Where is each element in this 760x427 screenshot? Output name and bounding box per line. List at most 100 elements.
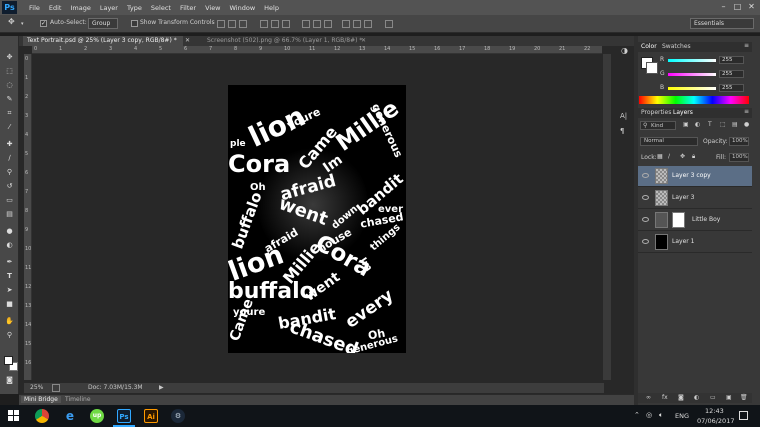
eyedropper-tool-icon[interactable]: ⁄ [4,122,15,132]
new-group-icon[interactable]: ▭ [710,394,716,401]
layer-row-layer-3[interactable]: Layer 3 [638,188,752,209]
shape-tool-icon[interactable]: ■ [4,299,15,309]
align-center-icon[interactable] [271,20,279,28]
tray-chevron-icon[interactable]: ⌃ [634,411,640,419]
hand-tool-icon[interactable]: ✋ [4,316,15,326]
brush-tool-icon[interactable]: ∕ [4,153,15,163]
layer-style-icon[interactable]: fx [662,394,668,401]
new-layer-icon[interactable]: ▣ [726,394,732,401]
notifications-icon[interactable] [739,411,748,420]
blue-value[interactable]: 255 [719,84,744,92]
chrome-icon[interactable] [35,409,49,423]
delete-layer-icon[interactable]: 🗑︎ [740,394,748,401]
auto-select-dropdown[interactable]: Group [88,18,118,29]
close-tab-icon[interactable]: ✕ [185,36,190,46]
tab-swatches[interactable]: Swatches [662,43,691,50]
filter-toggle-icon[interactable]: ● [744,121,749,128]
color-spectrum[interactable] [639,96,749,104]
lock-pixels-icon[interactable]: ∕ [668,153,670,160]
filter-type-icon[interactable]: T [708,121,712,128]
close-tab-icon[interactable]: ✕ [361,36,366,46]
language-indicator[interactable]: ENG [675,412,689,420]
steam-icon[interactable]: ⚙ [171,409,185,423]
eraser-tool-icon[interactable]: ▭ [4,195,15,205]
filter-smart-icon[interactable]: ▤ [732,121,738,128]
healing-brush-tool-icon[interactable]: ✚ [4,139,15,149]
tab-mini-bridge[interactable]: Mini Bridge [21,396,61,403]
move-tool-icon[interactable]: ✥ [8,17,15,26]
quick-select-tool-icon[interactable]: ✎ [4,94,15,104]
tab-timeline[interactable]: Timeline [65,396,91,403]
align-right-icon[interactable] [282,20,290,28]
eye-icon[interactable] [642,173,649,178]
history-brush-tool-icon[interactable]: ↺ [4,181,15,191]
layer-row-little-boy[interactable]: Little Boy [638,210,752,231]
tab-color[interactable]: Color [641,43,657,50]
quick-mask-icon[interactable]: ◙ [4,375,15,385]
crop-tool-icon[interactable]: ⌗ [4,108,15,118]
transform-controls-checkbox[interactable] [131,20,138,27]
menu-file[interactable]: File [29,4,40,12]
filter-adjustment-icon[interactable]: ◐ [695,121,700,128]
network-icon[interactable]: ◎ [646,411,652,419]
menu-help[interactable]: Help [264,4,279,12]
align-left-icon[interactable] [260,20,268,28]
distribute-bottom-icon[interactable] [324,20,332,28]
character-icon[interactable]: A| [620,112,627,120]
align-middle-icon[interactable] [228,20,236,28]
photoshop-taskbar-icon[interactable]: Ps [117,409,131,423]
blur-tool-icon[interactable]: ● [4,226,15,236]
layer-name[interactable]: Layer 1 [672,238,694,245]
clone-stamp-tool-icon[interactable]: ⚲ [4,167,15,177]
tab-screenshot[interactable]: Screenshot (502).png @ 66.7% (Layer 1, R… [203,36,363,46]
red-value[interactable]: 255 [719,56,744,64]
gradient-tool-icon[interactable]: ▤ [4,209,15,219]
windows-start-icon[interactable] [8,410,19,421]
eye-icon[interactable] [642,239,649,244]
red-slider[interactable] [668,59,716,62]
green-value[interactable]: 255 [719,70,744,78]
layer-row-layer-1[interactable]: Layer 1 [638,232,752,253]
vertical-scrollbar[interactable] [603,54,611,380]
clock-time[interactable]: 12:43 [705,407,724,415]
tab-properties[interactable]: Properties [641,109,671,116]
lock-transparent-icon[interactable]: ▦ [657,153,663,160]
status-info-icon[interactable] [52,384,60,392]
panel-menu-icon[interactable]: ≡ [744,42,749,49]
status-arrow-icon[interactable]: ▶ [159,383,164,393]
upwork-icon[interactable]: up [90,409,104,423]
pen-tool-icon[interactable]: ✒ [4,257,15,267]
link-layers-icon[interactable]: ∞ [646,394,651,401]
illustrator-taskbar-icon[interactable]: Ai [144,409,158,423]
tab-layers[interactable]: Layers [673,109,693,116]
paragraph-icon[interactable]: ¶ [620,127,624,135]
menu-filter[interactable]: Filter [180,4,196,12]
opacity-field[interactable]: 100% [729,137,749,146]
menu-edit[interactable]: Edit [49,4,62,12]
blend-mode-dropdown[interactable]: Normal [640,137,698,146]
layer-name[interactable]: Layer 3 [672,194,694,201]
filter-shape-icon[interactable]: ⬚ [720,121,726,128]
layer-name[interactable]: Little Boy [692,216,720,223]
lock-all-icon[interactable]: 🔒︎ [692,153,695,161]
distribute-center-icon[interactable] [353,20,361,28]
volume-icon[interactable]: 🔈︎ [659,411,663,420]
menu-window[interactable]: Window [230,4,256,12]
kind-filter-dropdown[interactable]: ⚲ Kind [640,121,676,130]
layer-row-layer-3-copy[interactable]: Layer 3 copy [638,166,752,187]
zoom-tool-icon[interactable]: ⚲ [4,330,15,340]
clock-date[interactable]: 07/06/2017 [697,417,734,425]
menu-type[interactable]: Type [127,4,142,12]
maximize-icon[interactable]: □ [733,2,742,11]
marquee-tool-icon[interactable]: ⬚ [4,66,15,76]
layer-name[interactable]: Layer 3 copy [672,172,711,179]
distribute-top-icon[interactable] [302,20,310,28]
align-top-icon[interactable] [217,20,225,28]
zoom-level[interactable]: 25% [30,383,43,393]
filter-pixel-icon[interactable]: ▣ [683,121,689,128]
document-canvas[interactable]: ple lion Cora Millie Came youre Im gener… [228,85,406,353]
align-bottom-icon[interactable] [239,20,247,28]
menu-layer[interactable]: Layer [100,4,118,12]
workspace-dropdown[interactable]: Essentials [690,18,754,29]
distribute-right-icon[interactable] [364,20,372,28]
